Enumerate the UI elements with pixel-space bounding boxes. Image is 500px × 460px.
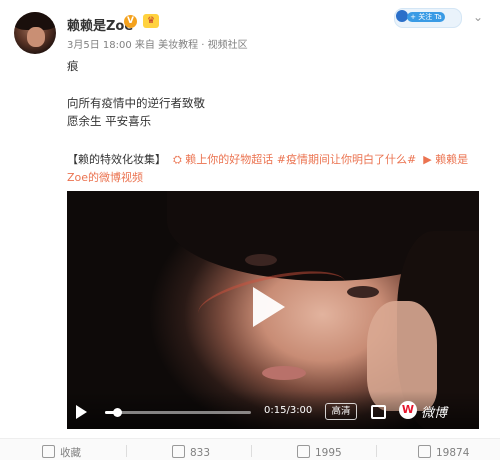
weibo-logo-icon: W bbox=[399, 401, 417, 419]
play-button[interactable] bbox=[76, 405, 87, 419]
action-bar: 收藏 833 1995 19874 bbox=[0, 438, 500, 460]
post-text-line-2: 向所有疫情中的逆行者致敬 bbox=[67, 96, 205, 110]
progress-handle[interactable] bbox=[113, 408, 123, 417]
tagline-prefix: 【赖的特效化妆集】 bbox=[67, 153, 166, 166]
like-count: 19874 bbox=[436, 447, 470, 459]
big-play-icon[interactable] bbox=[253, 287, 285, 327]
post-date[interactable]: 3月5日 18:00 bbox=[67, 40, 132, 51]
chevron-down-icon[interactable]: ⌄ bbox=[473, 10, 483, 24]
super-topic-link[interactable]: 赖上你的好物超话 bbox=[185, 153, 273, 166]
user-avatar[interactable] bbox=[14, 12, 56, 54]
follow-badge[interactable]: + 关注 Ta bbox=[394, 6, 462, 28]
video-player[interactable]: 0:15/3:00 高清 W 微博 bbox=[67, 191, 479, 429]
post-meta: 3月5日 18:00 来自 美妆教程 · 视频社区 bbox=[67, 36, 248, 51]
repost-count: 833 bbox=[190, 447, 211, 459]
collect-label: 收藏 bbox=[60, 447, 81, 459]
like-button[interactable]: 19874 bbox=[418, 445, 469, 459]
video-link-icon: ▶ bbox=[419, 153, 436, 166]
repost-button[interactable]: 833 bbox=[172, 445, 210, 459]
post-text-line-3: 愿余生 平安喜乐 bbox=[67, 114, 152, 128]
collect-button[interactable]: 收藏 bbox=[42, 445, 81, 460]
fullscreen-icon[interactable] bbox=[371, 405, 386, 419]
post-tagline: 【赖的特效化妆集】 ⛭ 赖上你的好物超话 #疫情期间让你明白了什么# ▶ 赖赖是… bbox=[67, 151, 477, 187]
post-source[interactable]: 来自 美妆教程 · 视频社区 bbox=[135, 40, 248, 51]
progress-bar[interactable] bbox=[105, 408, 251, 417]
comment-icon bbox=[297, 445, 310, 458]
video-time: 0:15/3:00 bbox=[264, 405, 313, 416]
hashtag-link[interactable]: #疫情期间让你明白了什么# bbox=[277, 153, 416, 166]
quality-button[interactable]: 高清 bbox=[325, 403, 357, 420]
post-text-line-1: 痕 bbox=[67, 59, 79, 73]
star-icon bbox=[42, 445, 55, 458]
member-crown-icon: ♛ bbox=[143, 14, 159, 28]
video-controls: 0:15/3:00 高清 W 微博 bbox=[67, 391, 479, 429]
comment-button[interactable]: 1995 bbox=[297, 445, 342, 459]
user-name[interactable]: 赖赖是Zoe bbox=[67, 15, 133, 34]
comment-count: 1995 bbox=[315, 447, 342, 459]
repost-icon bbox=[172, 445, 185, 458]
super-topic-icon: ⛭ bbox=[169, 153, 186, 166]
verified-icon: V bbox=[124, 15, 137, 28]
thumbs-up-icon bbox=[418, 445, 431, 458]
follow-badge-label: + 关注 Ta bbox=[407, 12, 445, 22]
weibo-brand: 微博 bbox=[421, 406, 448, 421]
